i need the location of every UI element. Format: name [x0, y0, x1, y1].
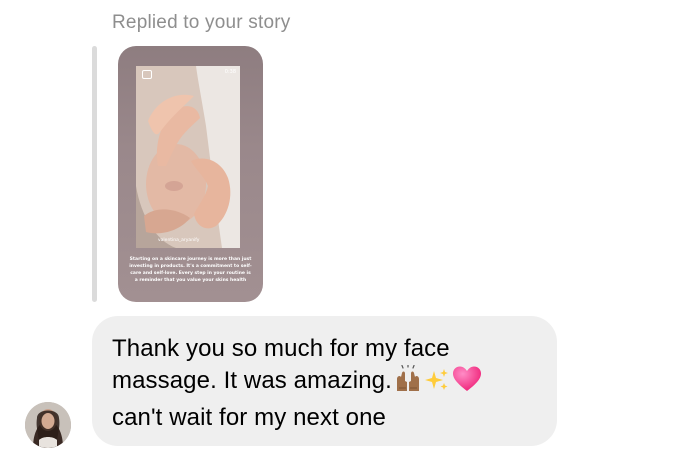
message-line-1: Thank you so much for my face — [112, 335, 450, 362]
story-username: valentina_aryanify — [158, 238, 200, 243]
story-photo — [136, 66, 240, 248]
raising-hands-icon — [394, 364, 422, 402]
message-line-2: massage. It was amazing. — [112, 367, 392, 394]
avatar[interactable] — [25, 402, 71, 448]
story-caption: Starting on a skincare journey is more t… — [129, 257, 252, 283]
heart-icon — [452, 365, 482, 402]
message-line-2-wrap: massage. It was amazing. — [112, 364, 552, 402]
story-preview[interactable]: 0:38 valentina_aryanify Starting on a sk… — [118, 46, 263, 302]
story-camera-icon — [142, 70, 152, 79]
replied-to-story-label: Replied to your story — [112, 12, 291, 33]
sparkles-icon — [424, 367, 450, 402]
reply-quote-bar — [92, 46, 97, 302]
story-timestamp: 0:38 — [224, 69, 236, 75]
message-line-3: can't wait for my next one — [112, 404, 386, 431]
message-text: Thank you so much for my face massage. I… — [112, 333, 552, 434]
chat-thread: Replied to your story 0:38 valentina_ary… — [0, 0, 700, 453]
